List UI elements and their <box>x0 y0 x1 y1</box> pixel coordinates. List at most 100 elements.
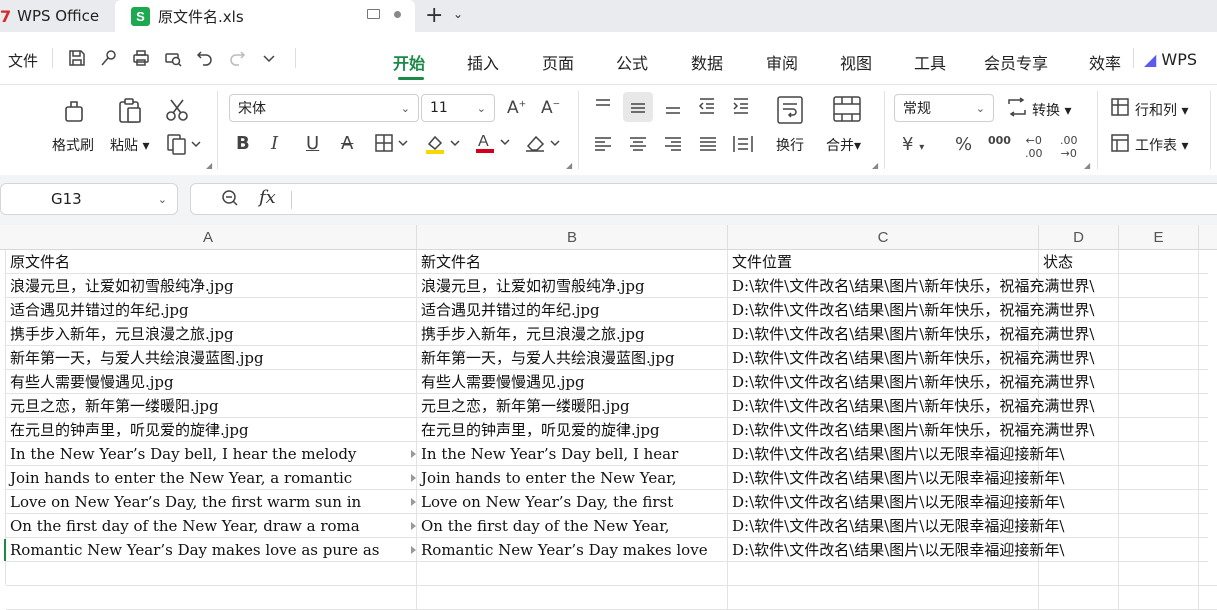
column-header-f[interactable] <box>1199 225 1217 250</box>
italic-icon[interactable]: I <box>271 133 278 154</box>
table-cell[interactable]: In the New Year’s Day bell, I hear the m… <box>6 442 416 466</box>
strikethrough-icon[interactable]: A <box>341 133 353 154</box>
unsaved-dot-icon[interactable] <box>394 10 401 18</box>
row-column-button[interactable]: 行和列 ▾ <box>1135 100 1188 120</box>
table-cell[interactable]: 适合遇见并错过的年纪.jpg <box>6 298 416 322</box>
copy-icon[interactable] <box>166 133 204 160</box>
dialog-launcher-icon[interactable]: ◢ <box>566 161 572 170</box>
decrease-decimal-icon[interactable]: .00 →0 <box>1060 134 1078 160</box>
table-cell[interactable]: 携手步入新年，元旦浪漫之旅.jpg <box>6 322 416 346</box>
function-icon[interactable]: fx <box>259 187 276 208</box>
table-cell[interactable]: D:\软件\文件改名\结果\图片\以无限幸福迎接新年\ <box>728 442 1208 466</box>
increase-font-icon[interactable]: A+ <box>507 98 526 118</box>
column-header-b[interactable]: B <box>417 225 728 250</box>
align-left-icon[interactable] <box>593 134 613 159</box>
decrease-font-icon[interactable]: A− <box>541 98 560 118</box>
dialog-launcher-icon[interactable]: ◢ <box>1084 161 1090 170</box>
decrease-indent-icon[interactable] <box>697 96 717 121</box>
table-cell[interactable]: D:\软件\文件改名\结果\图片\新年快乐，祝福充满世界\ <box>728 394 1208 418</box>
menu-efficiency[interactable]: 效率 <box>1089 50 1121 74</box>
table-cell[interactable]: Join hands to enter the New Year, <box>417 466 727 490</box>
table-cell[interactable]: In the New Year’s Day bell, I hear <box>417 442 727 466</box>
table-cell[interactable]: D:\软件\文件改名\结果\图片\新年快乐，祝福充满世界\ <box>728 298 1208 322</box>
table-cell[interactable]: 携手步入新年，元旦浪漫之旅.jpg <box>417 322 727 346</box>
menu-review[interactable]: 审阅 <box>766 50 798 74</box>
menu-data[interactable]: 数据 <box>691 50 723 74</box>
menu-member[interactable]: 会员专享 <box>984 50 1048 74</box>
tab-spreadsheet-file[interactable]: S 原文件名.xls <box>115 0 415 32</box>
table-cell[interactable]: D:\软件\文件改名\结果\图片\新年快乐，祝福充满世界\ <box>728 370 1208 394</box>
bold-icon[interactable]: B <box>236 133 250 154</box>
header-cell[interactable]: 原文件名 <box>6 250 416 274</box>
font-color-icon[interactable]: A <box>474 130 512 161</box>
thousands-separator-icon[interactable]: 000 <box>988 134 1011 147</box>
zoom-search-icon[interactable] <box>221 189 239 211</box>
table-cell[interactable]: 元旦之恋，新年第一缕暖阳.jpg <box>6 394 416 418</box>
align-bottom-icon[interactable] <box>663 96 683 121</box>
align-middle-icon[interactable] <box>623 92 653 122</box>
new-tab-button[interactable]: + <box>425 3 443 28</box>
print-icon[interactable] <box>130 48 152 70</box>
table-cell[interactable]: Romantic New Year’s Day makes love <box>417 538 727 562</box>
dialog-launcher-icon[interactable]: ◢ <box>206 161 212 170</box>
table-cell[interactable]: 在元旦的钟声里，听见爱的旋律.jpg <box>417 418 727 442</box>
align-center-icon[interactable] <box>628 134 648 159</box>
number-format-select[interactable]: 常规 ⌄ <box>894 94 994 122</box>
table-cell[interactable]: D:\软件\文件改名\结果\图片\以无限幸福迎接新年\ <box>728 490 1208 514</box>
cut-icon[interactable] <box>164 97 190 128</box>
table-cell[interactable]: D:\软件\文件改名\结果\图片\新年快乐，祝福充满世界\ <box>728 322 1208 346</box>
table-cell[interactable]: 有些人需要慢慢遇见.jpg <box>6 370 416 394</box>
merge-cells-button[interactable]: 合并▾ <box>826 135 861 155</box>
wrap-text-button[interactable]: 换行 <box>776 135 804 155</box>
percent-icon[interactable]: % <box>955 134 972 155</box>
header-cell[interactable]: 新文件名 <box>417 250 727 274</box>
menu-view[interactable]: 视图 <box>840 50 872 74</box>
worksheet-button[interactable]: 工作表 ▾ <box>1135 135 1188 155</box>
name-box[interactable]: G13 ⌄ <box>0 183 178 215</box>
table-cell[interactable]: 新年第一天，与爱人共绘浪漫蓝图.jpg <box>6 346 416 370</box>
increase-indent-icon[interactable] <box>731 96 751 121</box>
chevron-down-icon[interactable] <box>258 50 280 72</box>
menu-home[interactable]: 开始 <box>393 50 425 74</box>
table-cell[interactable]: D:\软件\文件改名\结果\图片\新年快乐，祝福充满世界\ <box>728 346 1208 370</box>
column-header-c[interactable]: C <box>728 225 1039 250</box>
format-painter-button[interactable]: 格式刷 <box>52 135 94 155</box>
dialog-launcher-icon[interactable]: ◢ <box>872 161 878 170</box>
column-header-d[interactable]: D <box>1039 225 1119 250</box>
undo-icon[interactable] <box>194 48 216 70</box>
table-cell[interactable]: On the first day of the New Year, draw a… <box>6 514 416 538</box>
table-cell[interactable]: 浪漫元旦，让爱如初雪般纯净.jpg <box>417 274 727 298</box>
menu-file[interactable]: 文件 <box>8 50 38 71</box>
column-header-e[interactable]: E <box>1119 225 1199 250</box>
table-cell[interactable]: 在元旦的钟声里，听见爱的旋律.jpg <box>6 418 416 442</box>
table-cell[interactable]: D:\软件\文件改名\结果\图片\以无限幸福迎接新年\ <box>728 514 1208 538</box>
table-cell[interactable]: D:\软件\文件改名\结果\图片\新年快乐，祝福充满世界\ <box>728 274 1208 298</box>
chevron-down-icon[interactable]: ⌄ <box>453 7 463 21</box>
window-mode-icon[interactable] <box>367 9 380 19</box>
font-size-select[interactable]: 11 ⌄ <box>421 94 495 122</box>
export-icon[interactable] <box>98 48 120 70</box>
table-cell[interactable]: 适合遇见并错过的年纪.jpg <box>417 298 727 322</box>
borders-icon[interactable] <box>374 132 410 159</box>
table-cell[interactable]: 元旦之恋，新年第一缕暖阳.jpg <box>417 394 727 418</box>
distributed-align-icon[interactable] <box>732 134 754 159</box>
print-preview-icon[interactable] <box>162 48 184 70</box>
table-cell[interactable]: D:\软件\文件改名\结果\图片\以无限幸福迎接新年\ <box>728 538 1208 562</box>
currency-icon[interactable]: ¥ ▾ <box>902 134 924 155</box>
table-cell[interactable]: D:\软件\文件改名\结果\图片\以无限幸福迎接新年\ <box>728 466 1208 490</box>
increase-decimal-icon[interactable]: ←0.00 <box>1025 134 1043 160</box>
menu-tools[interactable]: 工具 <box>914 50 946 74</box>
table-cell[interactable]: D:\软件\文件改名\结果\图片\新年快乐，祝福充满世界\ <box>728 418 1208 442</box>
paste-button[interactable]: 粘贴 ▾ <box>110 135 149 155</box>
table-cell[interactable]: Love on New Year’s Day, the first <box>417 490 727 514</box>
justify-icon[interactable] <box>698 134 718 159</box>
redo-icon[interactable] <box>226 48 248 70</box>
header-cell[interactable]: 文件位置 <box>728 250 1208 274</box>
table-cell[interactable]: Join hands to enter the New Year, a roma… <box>6 466 416 490</box>
table-cell[interactable]: 有些人需要慢慢遇见.jpg <box>417 370 727 394</box>
align-top-icon[interactable] <box>593 96 613 121</box>
tab-wps-office[interactable]: 7 WPS Office <box>0 0 110 32</box>
table-cell[interactable]: Love on New Year’s Day, the first warm s… <box>6 490 416 514</box>
menu-formula[interactable]: 公式 <box>616 50 648 74</box>
column-header-a[interactable]: A <box>0 225 417 250</box>
